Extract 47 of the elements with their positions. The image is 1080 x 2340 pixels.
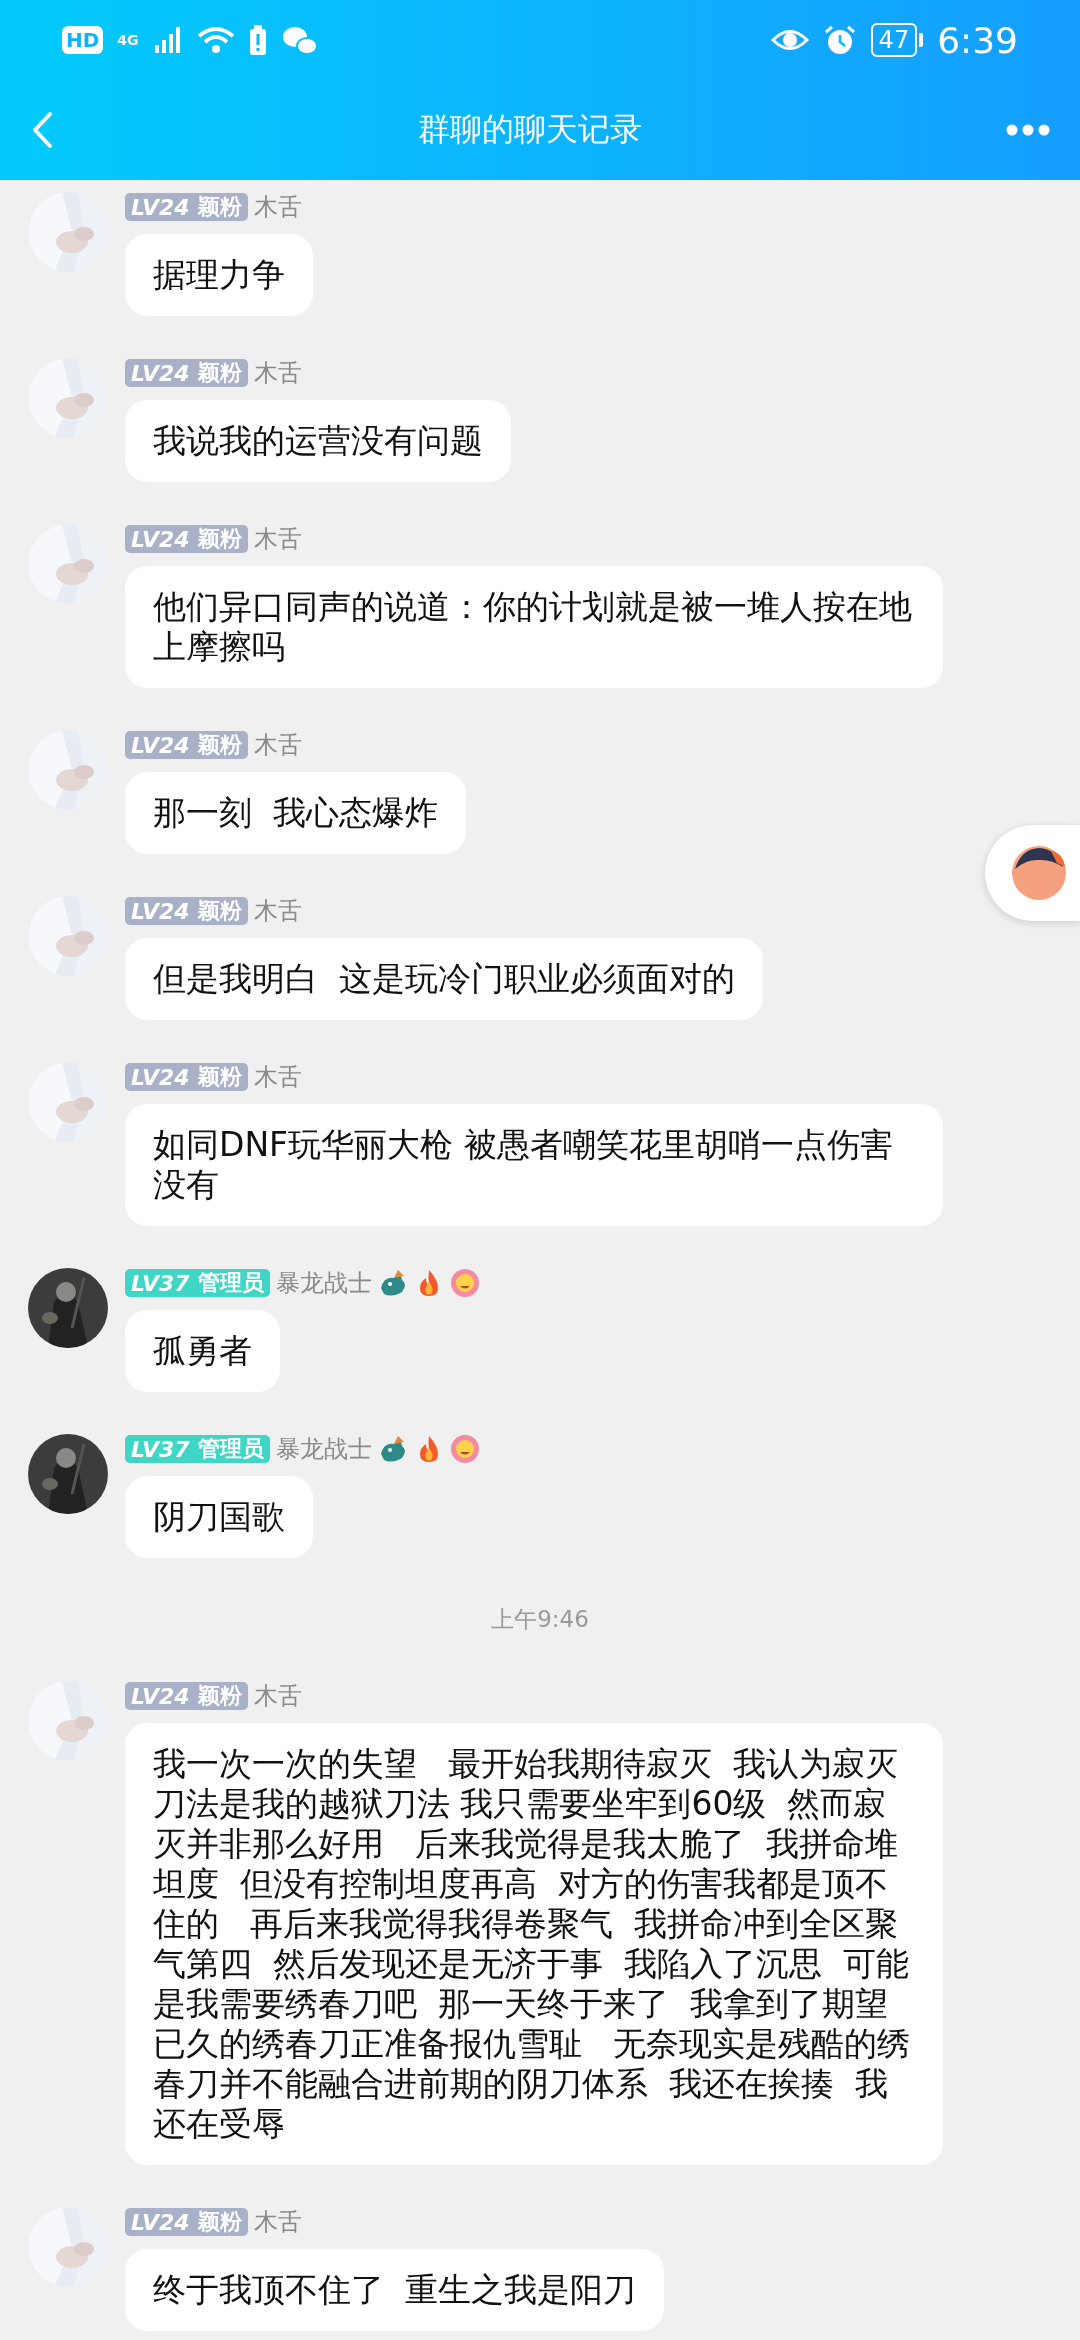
level-badge: LV37 管理员 [125,1435,270,1463]
more-icon[interactable] [1006,124,1050,136]
network-type: 4G [117,33,139,47]
timestamp: 上午9:46 [491,1605,589,1634]
user-name: 木舌 [253,1681,302,1712]
message-bubble: 据理力争 [125,234,313,316]
message-bubble: 我一次一次的失望 最开始我期待寂灭 我认为寂灭刀法是我的越狱刀法 我只需要坐牢到60级 然而寂灭并非那么好用 后来我觉得是我太脆了 我拼命堆坦度 但没有控制坦度再高 对方的伤害我都是顶不住的 再后来我觉得我得卷聚气 我拼命冲到全区聚气第四 然后发现还是无济于事 我陷入了沉思 可能是我需要绣春刀吧 那一天终于来了 我拿到了期望已久的绣春刀正准备报仇雪耻 无奈现实是残酷的绣春刀并不能融合进前期的阴刀体系 我还在挨揍 我还在受辱 [125,1723,943,2165]
hd-indicator: HD [62,26,104,54]
message-bubble: 如同DNF玩华丽大枪 被愚者嘲笑花里胡哨一点伤害没有 [125,1104,943,1226]
level-badge: LV24 颖粉 [125,1682,248,1710]
battery-indicator: 47 [870,23,924,57]
avatar-icon [1011,845,1067,901]
chat-app-icon [280,24,319,56]
user-name: 木舌 [253,896,302,927]
level-badge: LV37 管理员 [125,1269,270,1297]
message-bubble: 那一刻 我心态爆炸 [125,772,466,854]
user-name: 木舌 [253,2207,302,2238]
level-badge: LV24 颖粉 [125,193,248,221]
page-title: 群聊的聊天记录 [418,109,642,150]
user-name: 木舌 [253,730,302,761]
user-name: 木舌 [253,192,302,223]
clock-time: 6:39 [937,19,1018,61]
message-bubble: 孤勇者 [125,1310,280,1392]
user-name: 木舌 [253,358,302,389]
level-badge: LV24 颖粉 [125,359,248,387]
battery-alert-icon [248,25,267,55]
signal-icon [152,25,183,55]
user-name: 木舌 [253,524,302,555]
level-badge: LV24 颖粉 [125,1063,248,1091]
level-badge: LV24 颖粉 [125,525,248,553]
message-bubble: 终于我顶不住了 重生之我是阳刀 [125,2249,664,2331]
message-bubble: 但是我明白 这是玩冷门职业必须面对的 [125,938,763,1020]
message-bubble: 我说我的运营没有问题 [125,400,511,482]
user-name: 木舌 [253,1062,302,1093]
user-name: 暴龙战士 [275,1268,372,1299]
alarm-icon [822,24,857,56]
flower-icon [449,1434,480,1464]
floating-assistant-button[interactable] [985,825,1080,921]
user-name: 暴龙战士 [275,1434,372,1465]
level-badge: LV24 颖粉 [125,2208,248,2236]
message-bubble: 他们异口同声的说道：你的计划就是被一堆人按在地上摩擦吗 [125,566,943,688]
level-badge: LV24 颖粉 [125,731,248,759]
level-badge: LV24 颖粉 [125,897,248,925]
wifi-icon [196,25,235,55]
back-icon[interactable] [30,110,54,150]
message-bubble: 阴刀国歌 [125,1476,313,1558]
flower-icon [449,1268,480,1298]
